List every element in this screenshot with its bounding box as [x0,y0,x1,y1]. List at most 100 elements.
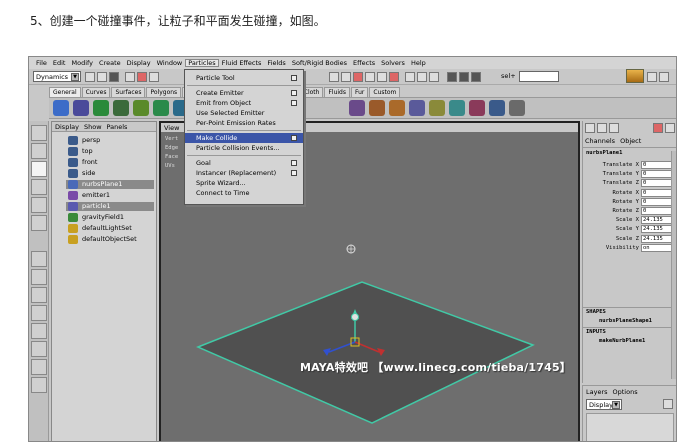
menu-item-goal[interactable]: Goal [185,158,303,168]
shelf-tool-icon[interactable] [133,100,149,116]
shelf-tool-icon[interactable] [53,100,69,116]
ipr-render-icon[interactable] [459,72,469,82]
shelf-tab-polygons[interactable]: Polygons [146,86,182,97]
render-frame-icon[interactable] [447,72,457,82]
layout-graph-icon[interactable] [31,323,47,339]
menu-solvers[interactable]: Solvers [378,59,408,67]
shelf-tool-icon[interactable] [429,100,445,116]
select-tool-icon[interactable] [31,125,47,141]
menu-soft-rigid-bodies[interactable]: Soft/Rigid Bodies [289,59,350,67]
snap-point-icon[interactable] [365,72,375,82]
option-box-icon[interactable] [291,75,297,81]
shelf-tool-icon[interactable] [509,100,525,116]
attribute-editor-icon[interactable] [597,123,607,133]
open-scene-icon[interactable] [97,72,107,82]
render-globals-icon[interactable] [471,72,481,82]
attribute-value[interactable]: 0 [641,188,675,197]
shelf-tool-icon[interactable] [409,100,425,116]
attribute-value[interactable]: on [641,243,675,252]
outliner-item[interactable]: emitter1 [66,191,154,200]
input-name[interactable]: makeNurbPlane1 [599,338,645,344]
lasso-tool-icon[interactable] [31,143,47,159]
select-object-icon[interactable] [137,72,147,82]
menu-fields[interactable]: Fields [264,59,288,67]
outliner-item[interactable]: gravityField1 [66,213,154,222]
snap-view-icon[interactable] [377,72,387,82]
attribute-value[interactable]: 0 [641,207,675,215]
menu-item-instancer-replacement[interactable]: Instancer (Replacement) [185,168,303,178]
history-icon[interactable] [389,72,399,82]
layer-list[interactable] [586,413,674,441]
outliner-menu-panels[interactable]: Panels [107,123,128,131]
option-box-icon[interactable] [291,100,297,106]
tool-settings-icon[interactable] [659,72,669,82]
layout-custom-icon[interactable] [31,377,47,393]
attribute-value[interactable]: 0 [641,179,675,188]
help-icon[interactable] [665,123,675,133]
menu-item-particle-tool[interactable]: Particle Tool [185,73,303,83]
attribute-value[interactable]: 24.135 [641,234,675,243]
shelf-tool-icon[interactable] [449,100,465,116]
menu-item-emit-from-object[interactable]: Emit from Object [185,98,303,108]
menu-effects[interactable]: Effects [350,59,378,67]
menu-item-make-collide[interactable]: Make Collide [185,133,303,143]
attribute-value[interactable]: 0 [641,197,675,206]
shelf-tab-curves[interactable]: Curves [81,86,111,97]
mask-icon[interactable] [329,72,339,82]
close-icon[interactable] [653,123,663,133]
outliner-item[interactable]: persp [66,136,154,145]
new-layer-icon[interactable] [663,399,673,409]
menu-item-sprite-wizard[interactable]: Sprite Wizard... [185,178,303,188]
mode-dropdown[interactable]: Dynamics ▼ [33,71,81,82]
menu-display[interactable]: Display [124,59,154,67]
menu-edit[interactable]: Edit [50,59,69,67]
shelf-tool-icon[interactable] [113,100,129,116]
option-box-icon[interactable] [291,90,297,96]
output-ops-icon[interactable] [417,72,427,82]
shelf-tool-icon[interactable] [349,100,365,116]
option-box-icon[interactable] [291,160,297,166]
shelf-tool-icon[interactable] [489,100,505,116]
attribute-value[interactable]: 0 [641,161,675,169]
shelf-tool-icon[interactable] [153,100,169,116]
layout-single-icon[interactable] [31,251,47,267]
tab-channels[interactable]: Channels [585,137,615,145]
outliner-item[interactable]: particle1 [66,202,154,211]
layout-four-icon[interactable] [31,269,47,285]
construction-history-icon[interactable] [429,72,439,82]
shelf-tab-fur[interactable]: Fur [351,86,369,97]
layout-hypershade-icon[interactable] [31,341,47,357]
menu-item-create-emitter[interactable]: Create Emitter [185,88,303,98]
shelf-tab-general[interactable]: General [49,86,81,97]
rotate-tool-icon[interactable] [31,179,47,195]
shelf-tab-fluids[interactable]: Fluids [324,86,350,97]
channel-box-scrollbar[interactable] [671,151,676,379]
outliner-item[interactable]: side [66,169,154,178]
input-ops-icon[interactable] [405,72,415,82]
shelf-tool-icon[interactable] [93,100,109,116]
menu-particles[interactable]: Particles [185,59,219,67]
layers-menu[interactable]: Layers [586,388,608,396]
channel-box-icon[interactable] [585,123,595,133]
menu-window[interactable]: Window [154,59,186,67]
menu-create[interactable]: Create [96,59,124,67]
new-scene-icon[interactable] [85,72,95,82]
quick-selection-field[interactable] [519,71,559,82]
menu-item-per-point-emission-rates[interactable]: Per-Point Emission Rates [185,118,303,128]
outliner-item[interactable]: nurbsPlane1 [66,180,154,189]
shelf-tab-surfaces[interactable]: Surfaces [111,86,146,97]
move-tool-icon[interactable] [31,161,47,177]
outliner-item[interactable]: front [66,158,154,167]
attribute-value[interactable]: 24.135 [641,225,675,234]
menu-item-particle-collision-events[interactable]: Particle Collision Events... [185,143,303,153]
menu-help[interactable]: Help [408,59,429,67]
select-hierarchy-icon[interactable] [125,72,135,82]
outliner-item[interactable]: defaultObjectSet [66,235,154,244]
menu-item-connect-to-time[interactable]: Connect to Time [185,188,303,198]
menu-item-use-selected-emitter[interactable]: Use Selected Emitter [185,108,303,118]
layer-type-dropdown[interactable]: Display ▼ [586,399,622,410]
outliner-menu-display[interactable]: Display [55,123,79,131]
shelf-tool-icon[interactable] [389,100,405,116]
scale-tool-icon[interactable] [31,197,47,213]
attribute-value[interactable]: 0 [641,170,675,179]
